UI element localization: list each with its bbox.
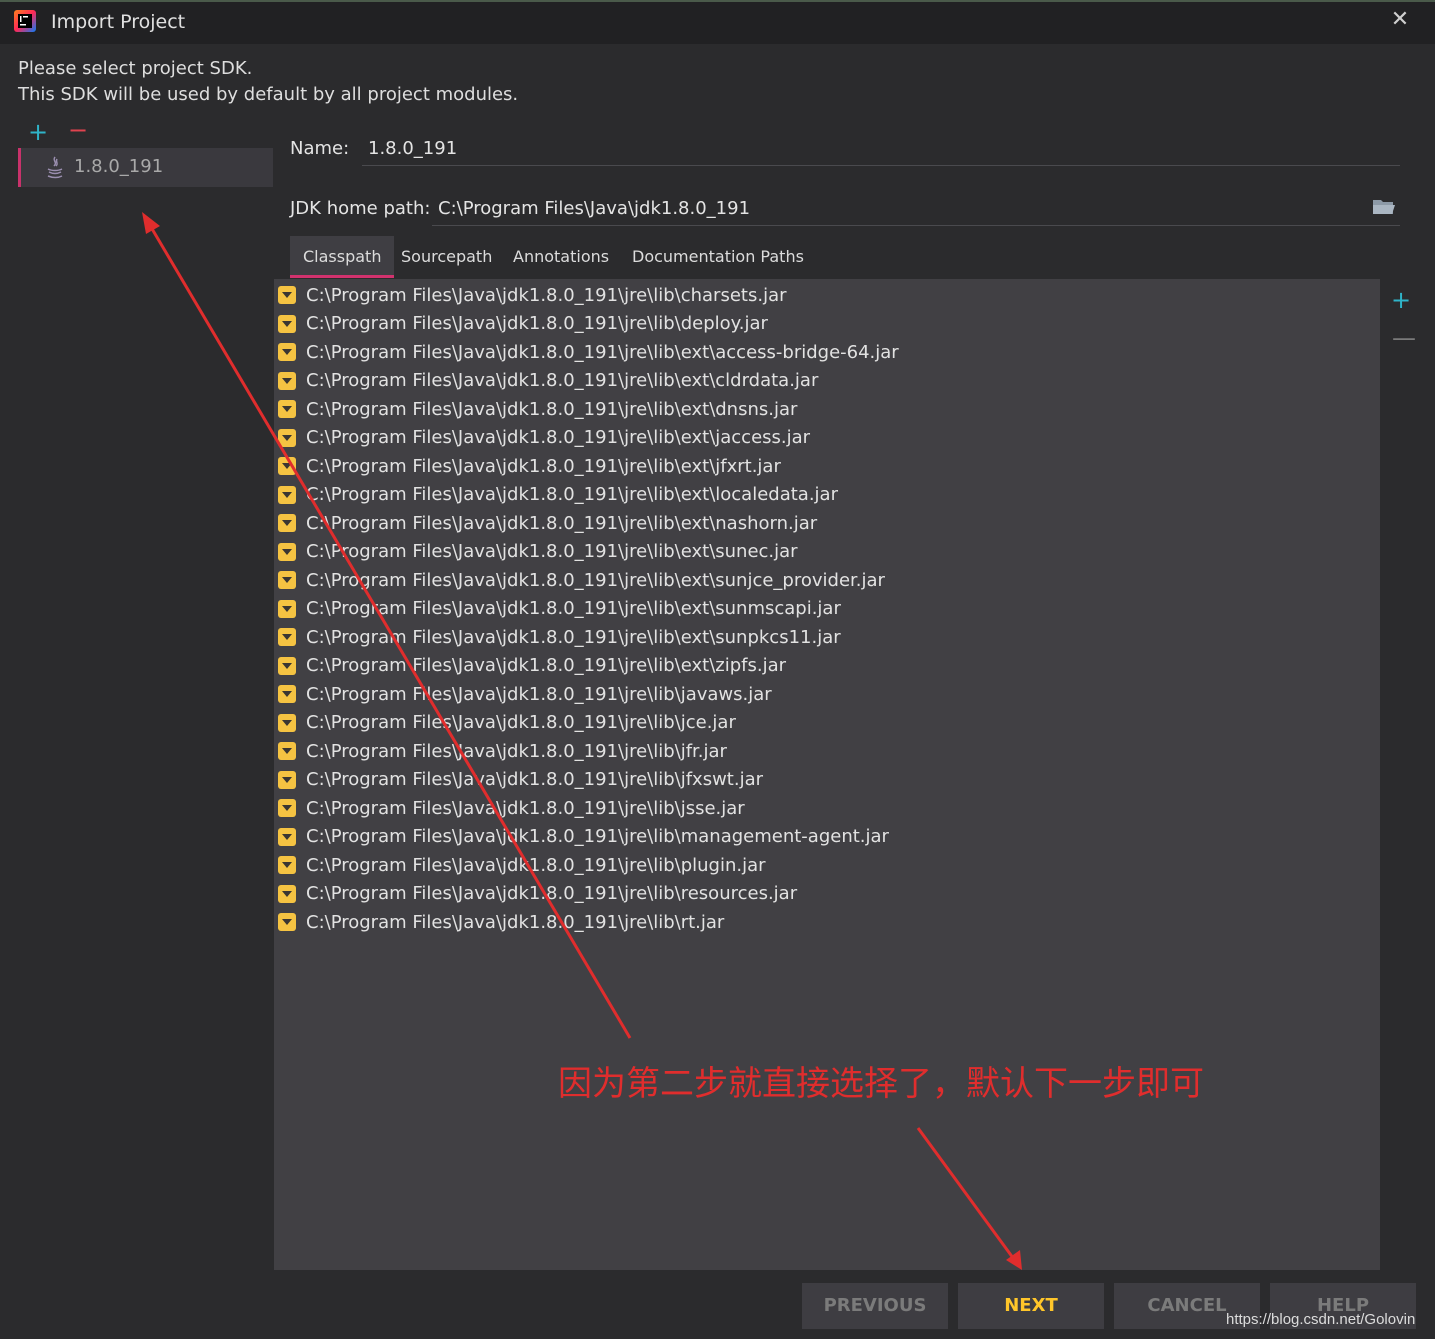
watermark: https://blog.csdn.net/Golovin [1226, 1311, 1416, 1328]
annotation-note: 因为第二步就直接选择了，默认下一步即可 [558, 1064, 1204, 1104]
next-button[interactable]: NEXT [958, 1283, 1104, 1329]
annotation-arrows [142, 212, 1022, 1270]
previous-button[interactable]: PREVIOUS [802, 1283, 948, 1329]
